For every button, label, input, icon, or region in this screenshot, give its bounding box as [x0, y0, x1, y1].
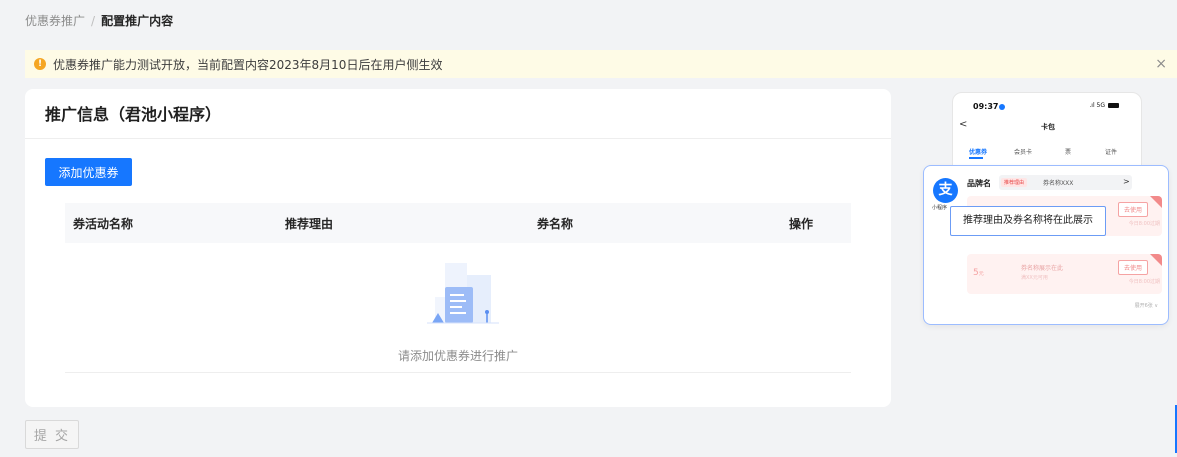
warning-icon: !: [34, 58, 46, 70]
coupon-condition: 满XX元可用: [1021, 275, 1048, 281]
expire-text: 今日8:00过期: [1128, 221, 1160, 227]
phone-tab-indicator: [969, 157, 983, 159]
card-title: 推广信息（君池小程序）: [25, 89, 891, 139]
location-icon: [999, 103, 1006, 110]
table-header: 券活动名称 推荐理由 券名称 操作: [65, 203, 851, 243]
add-coupon-button[interactable]: 添加优惠券: [45, 158, 132, 186]
column-coupon-name: 券名称: [537, 216, 574, 231]
expand-link: 展开6张 ∨: [1134, 303, 1158, 309]
notice-banner: ! 优惠券推广能力测试开放，当前配置内容2023年8月10日后在用户侧生效 ×: [25, 50, 1177, 78]
coupon-corner-icon: [1150, 196, 1162, 208]
status-signal: .ıl 5G: [1089, 102, 1119, 109]
coupon-corner-icon: [1150, 254, 1162, 266]
phone-tab-certificate: 证件: [1105, 149, 1118, 156]
breadcrumb: 优惠券推广 / 配置推广内容: [25, 12, 173, 29]
coupon-display-name: 券名称展示在此: [1021, 265, 1064, 272]
use-button: 去使用: [1117, 202, 1148, 217]
column-reason: 推荐理由: [285, 216, 334, 231]
column-actions: 操作: [789, 216, 814, 231]
coupon-name-top: 券名称XXX: [1043, 180, 1074, 187]
preview-tooltip: 推荐理由及券名称将在此展示: [950, 206, 1106, 236]
phone-title: 卡包: [1041, 123, 1055, 131]
notice-text: 优惠券推广能力测试开放，当前配置内容2023年8月10日后在用户侧生效: [53, 57, 443, 72]
coupon-amount-unit: 元: [978, 271, 984, 277]
breadcrumb-parent[interactable]: 优惠券推广: [25, 12, 85, 29]
coupon-amount: 5元: [973, 268, 984, 278]
reason-tag: 推荐理由: [1001, 178, 1028, 187]
expire-text: 今日8:00过期: [1128, 279, 1160, 285]
alipay-logo-icon: 支: [933, 178, 958, 203]
breadcrumb-separator: /: [91, 13, 96, 28]
breadcrumb-current: 配置推广内容: [101, 14, 174, 28]
empty-illustration-icon: [427, 263, 499, 324]
close-icon[interactable]: ×: [1155, 56, 1167, 72]
status-time-text: 09:37: [973, 102, 999, 111]
signal-text: .ıl 5G: [1089, 102, 1105, 109]
coupon-table: 券活动名称 推荐理由 券名称 操作 请添加优惠券进行推广: [65, 203, 851, 373]
use-button: 去使用: [1117, 260, 1148, 275]
phone-tab-ticket: 票: [1065, 149, 1072, 156]
battery-icon: [1108, 103, 1119, 108]
promotion-info-card: 推广信息（君池小程序） 添加优惠券 券活动名称 推荐理由 券名称 操作 请添加优…: [25, 89, 891, 407]
phone-tab-coupon: 优惠券: [969, 149, 988, 156]
mini-program-label: 小程序: [932, 205, 948, 211]
chevron-right-icon: >: [1123, 177, 1130, 186]
column-activity-name: 券活动名称: [73, 216, 134, 231]
submit-button[interactable]: 提 交: [25, 420, 79, 449]
table-body: 请添加优惠券进行推广: [65, 243, 851, 373]
coupon-item: 5元 券名称展示在此 满XX元可用 去使用 今日8:00过期: [967, 254, 1162, 294]
brand-name: 品牌名: [967, 179, 991, 188]
status-time: 09:37: [973, 102, 1006, 111]
preview-coupon-card: 支 小程序 品牌名 推荐理由 券名称XXX > 去使用 今日8:00过期 5元 …: [923, 165, 1169, 325]
empty-text: 请添加优惠券进行推广: [397, 349, 518, 363]
phone-tab-member-card: 会员卡: [1014, 149, 1033, 156]
